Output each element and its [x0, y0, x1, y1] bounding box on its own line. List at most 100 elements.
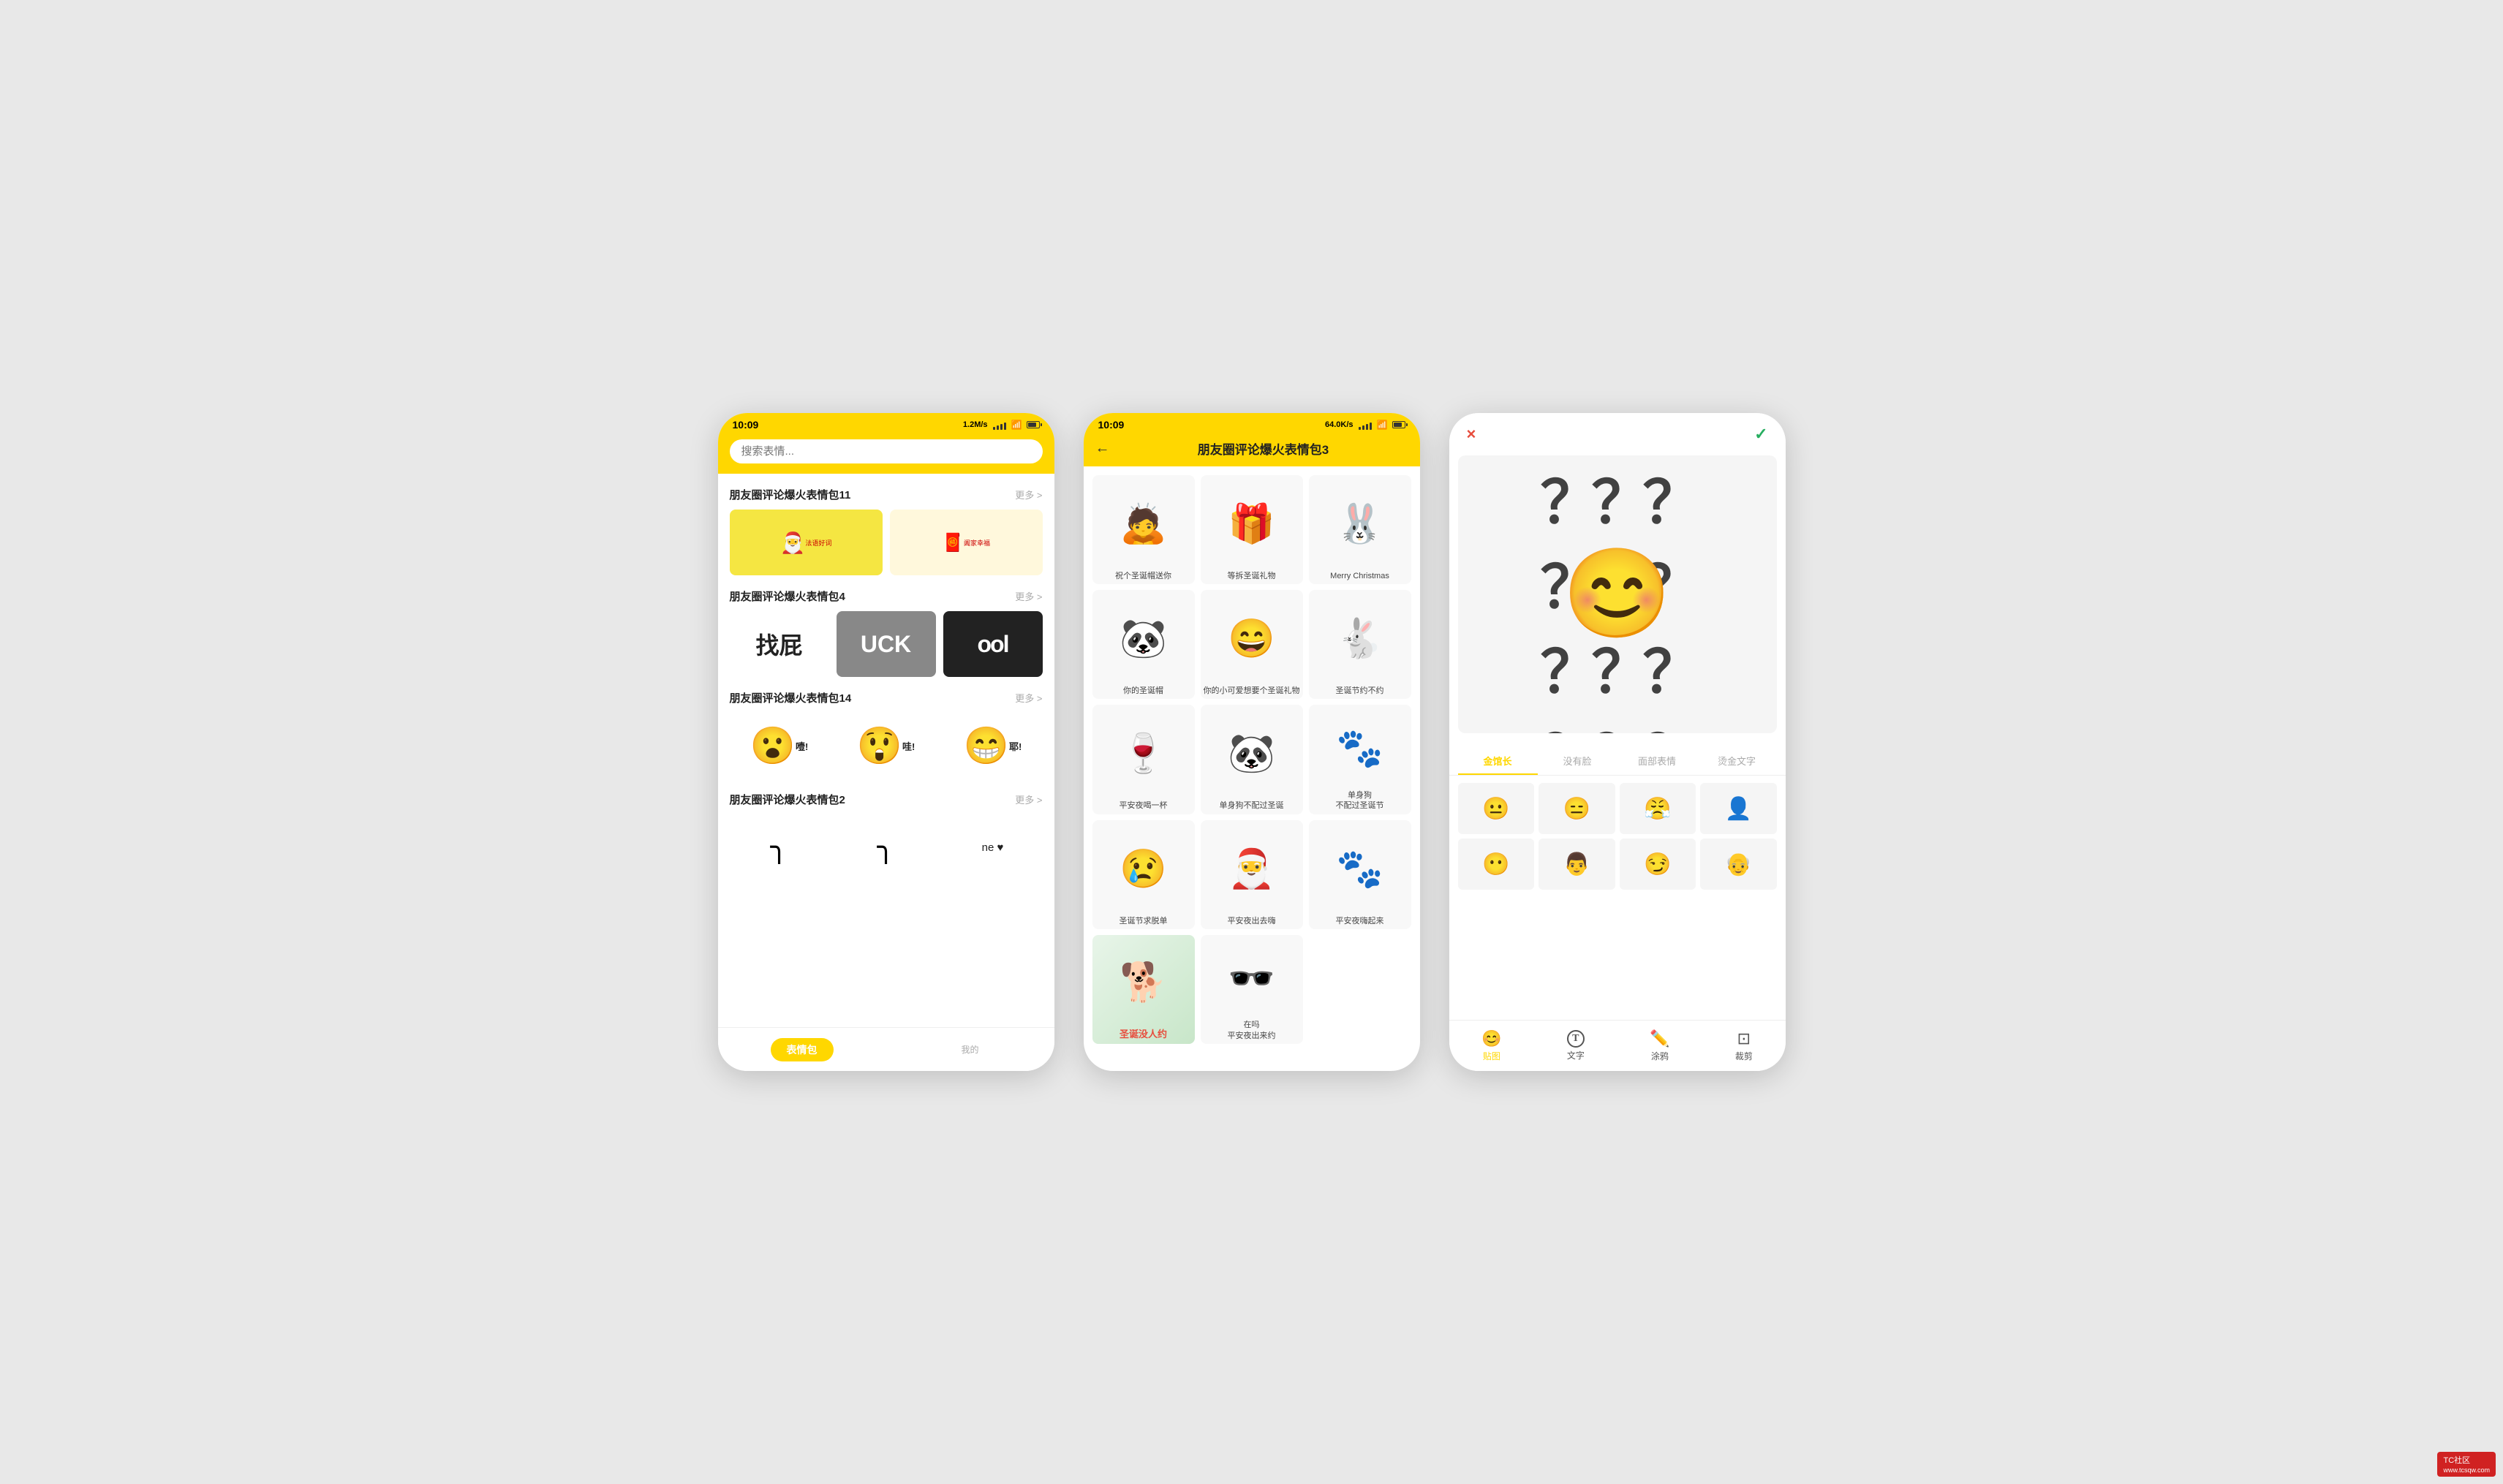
sticker-img-3: 🐰 — [1312, 480, 1408, 568]
sticker-cell-4[interactable]: 🐼 你的圣诞帽 — [1092, 590, 1195, 699]
page-title-2: 朋友圈评论爆火表情包3 — [1119, 439, 1408, 458]
pack-more-4[interactable]: 更多 > — [1015, 792, 1042, 806]
pack-header-4: 朋友圈评论爆火表情包2 更多 > — [730, 792, 1043, 807]
pack-header-2: 朋友圈评论爆火表情包4 更多 > — [730, 588, 1043, 604]
sticker-cell-12[interactable]: 🐾 平安夜嗨起来 — [1309, 820, 1411, 929]
phone-2: 10:09 64.0K/s 📶 ← 朋友圈评论爆火表情包3 🙇 祝个圣诞帽送你 … — [1084, 413, 1420, 1071]
sticker-tool-icon: 😊 — [1481, 1029, 1501, 1048]
sticker-cell-2[interactable]: 🎁 等拆圣诞礼物 — [1201, 475, 1303, 584]
confirm-button-3[interactable]: ✓ — [1754, 425, 1767, 444]
time-2: 10:09 — [1098, 419, 1125, 431]
thumb-5[interactable]: 😶 — [1458, 838, 1535, 890]
tab-meiyoulian[interactable]: 没有脸 — [1538, 748, 1617, 775]
thumb-2[interactable]: 😑 — [1539, 783, 1615, 834]
sticker-img-10: 😢 — [1095, 825, 1192, 913]
sticker-img-11: 🎅 — [1204, 825, 1300, 913]
sticker-cell-11[interactable]: 🎅 平安夜出去嗨 — [1201, 820, 1303, 929]
pack-more-1[interactable]: 更多 > — [1015, 488, 1042, 501]
sticker-thumb-grid-3: 😐 😑 😤 👤 😶 👨 😏 👴 — [1449, 776, 1786, 897]
smiley-face-sticker[interactable]: 😊 — [1563, 543, 1672, 646]
sticker-label-10: 圣诞节求脱单 — [1120, 916, 1168, 926]
pack-title-1: 朋友圈评论爆火表情包11 — [730, 487, 851, 502]
sticker-label-3: Merry Christmas — [1330, 571, 1389, 581]
pack-img-3-1[interactable]: 😮 噎! — [730, 713, 829, 779]
pack-images-1: 🎅 法语好词 🧧 阖家幸福 — [730, 510, 1043, 575]
bottom-nav-1: 表情包 我的 — [718, 1027, 1054, 1071]
sticker-pack-btn[interactable]: 表情包 — [771, 1038, 834, 1061]
pack-img-4-3[interactable]: ne ♥ — [943, 814, 1043, 880]
draw-tool-label: 涂鸦 — [1651, 1050, 1669, 1062]
pack-img-1-1[interactable]: 🎅 法语好词 — [730, 510, 883, 575]
status-bar-1: 10:09 1.2M/s 📶 — [718, 413, 1054, 434]
sticker-cell-6[interactable]: 🐇 圣诞节约不约 — [1309, 590, 1411, 699]
sticker-cell-8[interactable]: 🐼 单身狗不配过圣诞 — [1201, 705, 1303, 814]
status-icons-2: 64.0K/s 📶 — [1325, 420, 1405, 430]
status-icons-1: 1.2M/s 📶 — [963, 420, 1040, 430]
tab-mianbiaiqing[interactable]: 面部表情 — [1617, 748, 1697, 775]
pack-section-3: 朋友圈评论爆火表情包14 更多 > 😮 噎! 😲 哇! 😁 耶! — [730, 690, 1043, 779]
close-button-3[interactable]: × — [1467, 425, 1476, 444]
pack-img-2-3[interactable]: ool — [943, 611, 1043, 677]
pack-img-2-2[interactable]: UCK — [837, 611, 936, 677]
thumb-3[interactable]: 😤 — [1620, 783, 1696, 834]
pack-images-2: 找屁 UCK ool — [730, 611, 1043, 677]
pack-img-4-1[interactable]: ╮ — [730, 814, 829, 880]
sticker-label-5: 你的小可爱想要个圣诞礼物 — [1204, 686, 1300, 696]
crop-tool-icon: ⊡ — [1737, 1029, 1751, 1048]
thumb-6[interactable]: 👨 — [1539, 838, 1615, 890]
thumb-8[interactable]: 👴 — [1700, 838, 1777, 890]
sticker-img-4: 🐼 — [1095, 594, 1192, 683]
nav-mine[interactable]: 我的 — [886, 1028, 1054, 1071]
sticker-img-1: 🙇 — [1095, 480, 1192, 568]
sticker-cell-7[interactable]: 🍷 平安夜喝一杯 — [1092, 705, 1195, 814]
pack-images-4: ╮ ╮ ne ♥ — [730, 814, 1043, 880]
pack-images-3: 😮 噎! 😲 哇! 😁 耶! — [730, 713, 1043, 779]
sticker-img-2: 🎁 — [1204, 480, 1300, 568]
draw-tool-icon: ✏️ — [1650, 1029, 1669, 1048]
sticker-pack-list: 朋友圈评论爆火表情包11 更多 > 🎅 法语好词 🧧 阖家幸福 朋友圈评论爆火表… — [718, 474, 1054, 1016]
sticker-cell-1[interactable]: 🙇 祝个圣诞帽送你 — [1092, 475, 1195, 584]
tab-jinguanzhang[interactable]: 金馆长 — [1458, 748, 1538, 775]
nav-sticker-pack[interactable]: 表情包 — [718, 1028, 886, 1071]
sticker-cell-14[interactable]: 🕶️ 在吗平安夜出来约 — [1201, 935, 1303, 1044]
sticker-label-11: 平安夜出去嗨 — [1228, 916, 1276, 926]
preview-area-3: ？？？？？？？？？？？？？？？ 😊 — [1458, 455, 1777, 733]
sticker-grid: 🙇 祝个圣诞帽送你 🎁 等拆圣诞礼物 🐰 Merry Christmas 🐼 你… — [1084, 466, 1420, 1053]
tool-text[interactable]: T 文字 — [1567, 1030, 1585, 1061]
sticker-label-14: 在吗平安夜出来约 — [1228, 1020, 1276, 1041]
sticker-cell-5[interactable]: 😄 你的小可爱想要个圣诞礼物 — [1201, 590, 1303, 699]
sticker-label-8: 单身狗不配过圣诞 — [1220, 800, 1284, 811]
tool-crop[interactable]: ⊡ 裁剪 — [1735, 1029, 1753, 1062]
thumb-1[interactable]: 😐 — [1458, 783, 1535, 834]
pack-img-3-2[interactable]: 😲 哇! — [837, 713, 936, 779]
sticker-cell-3[interactable]: 🐰 Merry Christmas — [1309, 475, 1411, 584]
pack-img-1-2[interactable]: 🧧 阖家幸福 — [890, 510, 1043, 575]
sticker-img-5: 😄 — [1204, 594, 1300, 683]
sticker-img-14: 🕶️ — [1204, 939, 1300, 1018]
search-input[interactable] — [730, 439, 1043, 463]
pack-img-4-2[interactable]: ╮ — [837, 814, 936, 880]
pack-img-3-3[interactable]: 😁 耶! — [943, 713, 1043, 779]
sticker-img-6: 🐇 — [1312, 594, 1408, 683]
pack-more-3[interactable]: 更多 > — [1015, 691, 1042, 705]
battery-icon-2 — [1392, 421, 1405, 428]
pack-img-2-1[interactable]: 找屁 — [730, 611, 829, 677]
sticker-cell-13[interactable]: 🐕 圣诞没人约 — [1092, 935, 1195, 1044]
battery-icon-1 — [1027, 421, 1040, 428]
tool-sticker[interactable]: 😊 贴图 — [1481, 1029, 1501, 1062]
time-1: 10:09 — [733, 419, 759, 431]
phone-1: 10:09 1.2M/s 📶 朋友圈评论爆火表情包11 更多 > 🎅 法语好词 — [718, 413, 1054, 1071]
thumb-4[interactable]: 👤 — [1700, 783, 1777, 834]
sticker-cell-10[interactable]: 😢 圣诞节求脱单 — [1092, 820, 1195, 929]
sticker-img-8: 🐼 — [1204, 709, 1300, 798]
signal-icon-1 — [992, 420, 1007, 430]
tab-tangjinwenzi[interactable]: 烫金文字 — [1697, 748, 1777, 775]
pack-section-2: 朋友圈评论爆火表情包4 更多 > 找屁 UCK ool — [730, 588, 1043, 677]
wifi-icon-1: 📶 — [1011, 420, 1022, 430]
sticker-cell-9[interactable]: 🐾 单身狗不配过圣诞节 — [1309, 705, 1411, 814]
back-button-2[interactable]: ← — [1095, 440, 1110, 457]
thumb-7[interactable]: 😏 — [1620, 838, 1696, 890]
tool-draw[interactable]: ✏️ 涂鸦 — [1650, 1029, 1669, 1062]
pack-more-2[interactable]: 更多 > — [1015, 589, 1042, 603]
top-bar-3: × ✓ — [1449, 413, 1786, 455]
